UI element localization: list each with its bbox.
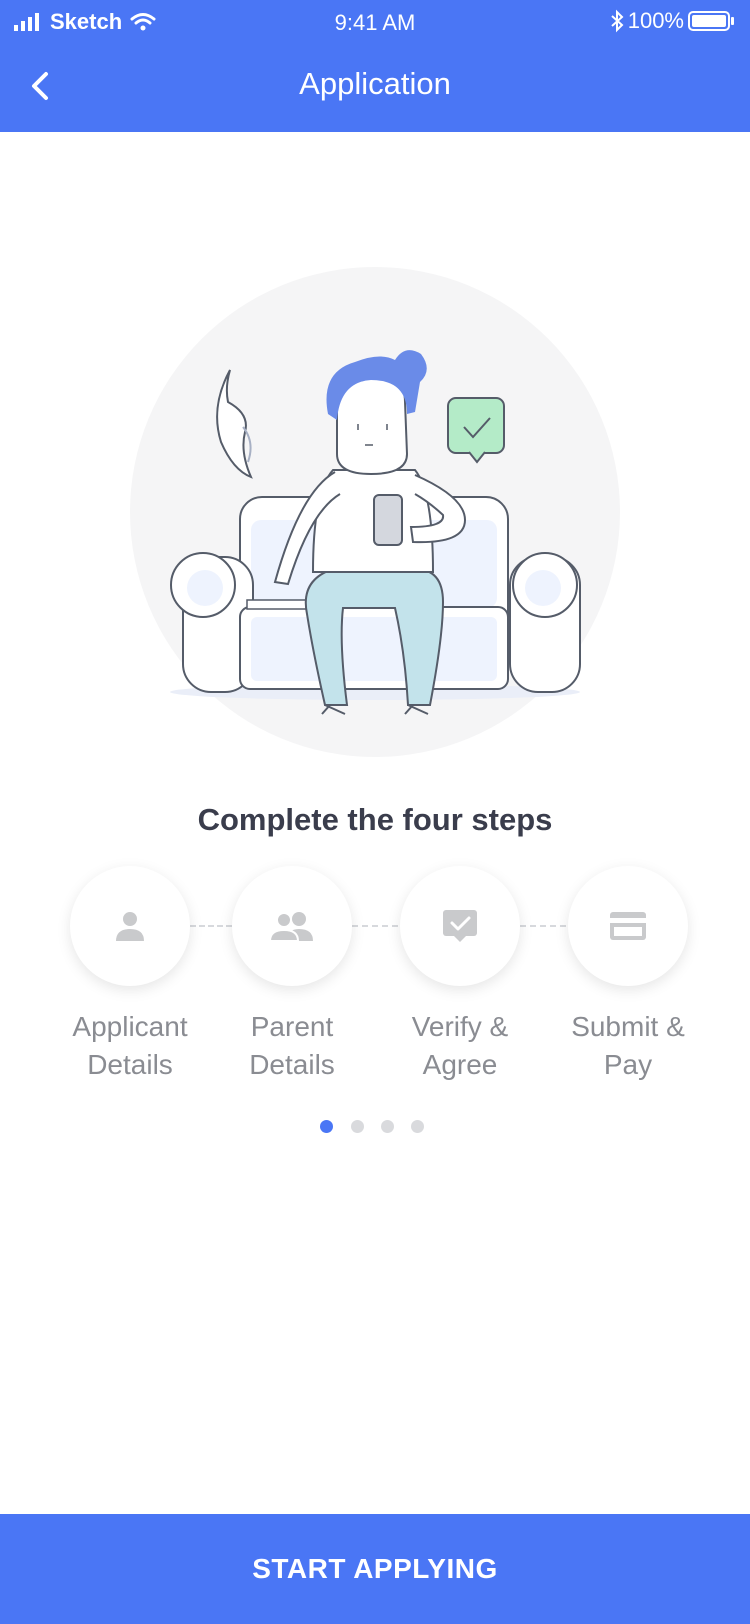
pagination-dot[interactable] [411,1120,424,1133]
steps-headline: Complete the four steps [197,802,553,837]
pagination-dot[interactable] [381,1120,394,1133]
start-applying-button[interactable]: START APPLYING [0,1514,750,1624]
people-icon [269,912,313,942]
pagination-dots [0,1120,750,1136]
step-applicant-details: Applicant Details [40,866,220,1084]
step-label: Parent Details [249,1011,335,1080]
status-right: 100% [610,8,736,34]
step-verify-agree-button[interactable] [400,866,520,986]
page-title: Application [299,66,451,101]
person-icon [116,912,144,941]
step-parent-details-button[interactable] [232,866,352,986]
step-label: Applicant Details [72,1011,188,1080]
step-submit-pay-button[interactable] [568,866,688,986]
check-bubble-icon [443,910,477,942]
status-bar: Sketch 9:41 AM 100% [0,0,750,44]
bluetooth-icon [611,9,624,33]
pagination-dot[interactable] [351,1120,364,1133]
battery-percent: 100% [627,8,684,33]
nav-bar: Application [0,44,750,132]
step-parent-details: Parent Details [202,866,382,1084]
credit-card-icon [610,912,646,940]
step-label: Submit & Pay [571,1011,685,1080]
step-submit-pay: Submit & Pay [538,866,718,1084]
steps-row: Applicant Details Parent Details Verify … [0,866,750,1096]
step-applicant-details-button[interactable] [70,866,190,986]
battery-icon [688,11,734,31]
pagination-dot-active[interactable] [320,1120,333,1133]
step-label: Verify & Agree [411,1011,509,1080]
person-on-couch-illustration [130,267,620,757]
step-verify-agree: Verify & Agree [370,866,550,1084]
